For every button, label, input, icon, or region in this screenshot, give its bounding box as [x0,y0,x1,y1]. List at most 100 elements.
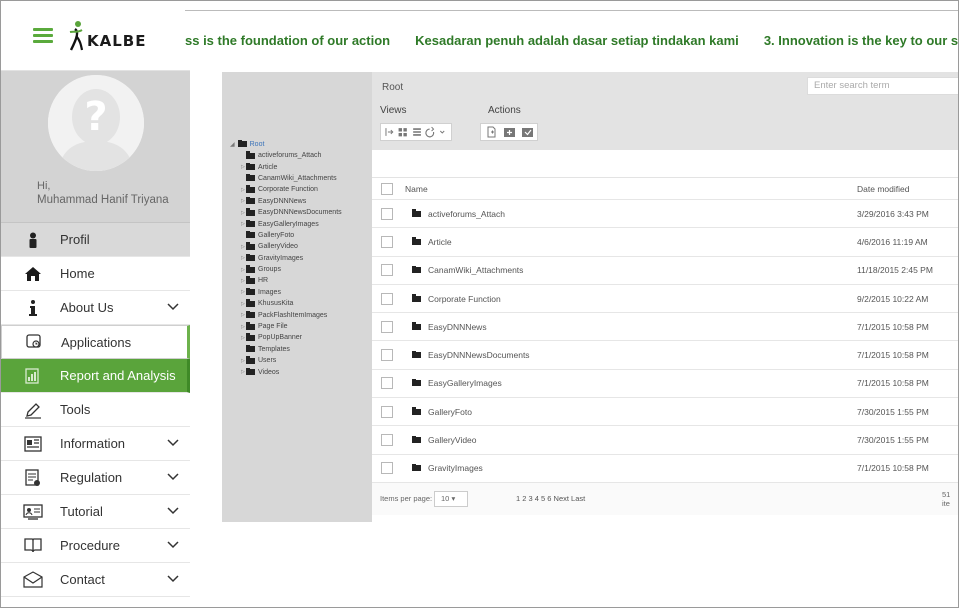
sidebar-item-label: Regulation [60,470,123,485]
avatar[interactable]: ? [48,75,144,171]
sidebar-item-tools[interactable]: Tools [1,393,190,427]
expand-arrow-icon[interactable]: ▷ [241,164,245,170]
table-row[interactable]: EasyDNNNewsDocuments 7/1/2015 10:58 PM [372,341,959,370]
tree-node-label: GravityImages [258,254,304,262]
kalbe-logo[interactable]: KALBE [67,20,146,52]
row-checkbox[interactable] [381,207,393,220]
tree-root[interactable]: ◢ Root [230,138,342,150]
table-row[interactable]: EasyDNNNews 7/1/2015 10:58 PM [372,313,959,342]
tree-node[interactable]: ▷ PopUpBanner [230,332,342,343]
row-checkbox[interactable] [381,292,393,305]
file-date: 7/1/2015 10:58 PM [857,378,929,389]
row-checkbox[interactable] [381,264,393,277]
sidebar-item-applications[interactable]: Applications [1,325,190,359]
expand-arrow-icon[interactable]: ▷ [241,255,245,261]
expand-arrow-icon[interactable]: ▷ [241,244,245,250]
expand-arrow-icon[interactable]: ▷ [241,210,245,216]
tree-node[interactable]: ▷ Groups [230,264,342,275]
search-input[interactable]: Enter search term [807,77,959,95]
table-row[interactable]: GalleryVideo 7/30/2015 1:55 PM [372,426,959,455]
expand-arrow-icon[interactable]: ▷ [241,221,245,227]
sidebar-item-information[interactable]: Information [1,427,190,461]
expand-arrow-icon[interactable]: ▷ [241,312,245,318]
table-row[interactable]: CanamWiki_Attachments 11/18/2015 2:45 PM [372,257,959,285]
tree-node[interactable]: ▷ GalleryVideo [230,241,342,252]
tree-node[interactable]: activeforums_Attach [230,150,342,161]
row-checkbox[interactable] [381,405,393,418]
sidebar-item-about-us[interactable]: About Us [1,291,190,325]
table-row[interactable]: activeforums_Attach 3/29/2016 3:43 PM [372,200,959,229]
expand-arrow-icon[interactable]: ▷ [241,198,245,204]
expand-arrow-icon[interactable]: ▷ [241,369,245,375]
file-name: GalleryVideo [428,435,477,446]
chevron-down-icon[interactable] [167,301,179,313]
items-per-page-select[interactable]: 10 ▾ [434,490,468,507]
expand-arrow-icon[interactable]: ▷ [241,187,245,193]
table-row[interactable]: Corporate Function 9/2/2015 10:22 AM [372,285,959,314]
row-checkbox[interactable] [381,462,393,475]
column-header-name[interactable]: Name [405,184,428,194]
home-icon [23,264,43,284]
select-all-checkbox[interactable] [381,182,393,195]
expand-arrow-icon[interactable]: ▷ [241,278,245,284]
tree-node-label: PackFlashItemImages [258,311,328,319]
tree-node[interactable]: ▷ Article [230,161,342,172]
chevron-down-icon[interactable] [167,471,179,483]
collapse-arrow-icon[interactable]: ◢ [230,141,235,148]
tree-node[interactable]: ▷ Users [230,355,342,366]
sidebar-item-home[interactable]: Home [1,257,190,291]
file-date: 4/6/2016 11:19 AM [857,236,928,247]
tree-node[interactable]: ▷ HR [230,275,342,286]
row-checkbox[interactable] [381,349,393,362]
chevron-down-icon[interactable] [167,505,179,517]
chevron-down-icon[interactable] [167,539,179,551]
chevron-down-icon[interactable] [167,573,179,585]
tree-node[interactable]: ▷ Images [230,287,342,298]
expand-arrow-icon[interactable]: ▷ [241,358,245,364]
expand-arrow-icon[interactable]: ▷ [241,289,245,295]
tree-node[interactable]: ▷ EasyGalleryImages [230,218,342,229]
row-checkbox[interactable] [381,320,393,333]
items-per-page-value: 10 [441,493,450,503]
items-per-page-label: Items per page: [380,494,433,504]
tree-node[interactable]: ▷ Page File [230,321,342,332]
expand-arrow-icon[interactable]: ▷ [241,301,245,307]
column-header-date[interactable]: Date modified [857,184,909,194]
table-row[interactable]: EasyGalleryImages 7/1/2015 10:58 PM [372,370,959,399]
tree-node[interactable]: ▷ Videos [230,366,342,377]
folder-icon [412,209,421,217]
tree-node[interactable]: ▷ KhususKita [230,298,342,309]
breadcrumb[interactable]: Root [382,82,403,93]
table-row[interactable]: GravityImages 7/1/2015 10:58 PM [372,455,959,483]
sidebar-item-report-and-analysis[interactable]: Report and Analysis [1,359,190,393]
sidebar-item-contact[interactable]: Contact [1,563,190,597]
sidebar-item-regulation[interactable]: Regulation [1,461,190,495]
expand-arrow-icon[interactable]: ▷ [241,324,245,330]
tree-node[interactable]: ▷ GravityImages [230,253,342,264]
expand-arrow-icon[interactable]: ▷ [241,335,245,341]
table-row[interactable]: GalleryFoto 7/30/2015 1:55 PM [372,398,959,427]
sidebar-item-procedure[interactable]: Procedure [1,529,190,563]
tree-node[interactable]: GalleryFoto [230,230,342,241]
tree-node[interactable]: ▷ EasyDNNNewsDocuments [230,207,342,218]
information-icon [23,434,43,454]
folder-icon [412,237,421,245]
table-row[interactable]: Article 4/6/2016 11:19 AM [372,228,959,257]
hamburger-menu-icon[interactable] [33,28,53,43]
tree-node[interactable]: Templates [230,344,342,355]
row-checkbox[interactable] [381,377,393,390]
sidebar-item-tutorial[interactable]: Tutorial [1,495,190,529]
expand-arrow-icon[interactable]: ▷ [241,267,245,273]
tree-node[interactable]: CanamWiki_Attachments [230,173,342,184]
row-checkbox[interactable] [381,235,393,248]
tree-node-label: Page File [258,323,288,331]
tree-node[interactable]: ▷ EasyDNNNews [230,196,342,207]
chevron-down-icon[interactable] [167,437,179,449]
page-links[interactable]: 1 2 3 4 5 6 Next Last [516,494,585,503]
tree-node[interactable]: ▷ PackFlashItemImages [230,309,342,320]
folder-icon [246,299,255,307]
tree-node[interactable]: ▷ Corporate Function [230,184,342,195]
sidebar-item-profil[interactable]: Profil [1,223,190,257]
info-icon [23,298,43,318]
row-checkbox[interactable] [381,434,393,447]
